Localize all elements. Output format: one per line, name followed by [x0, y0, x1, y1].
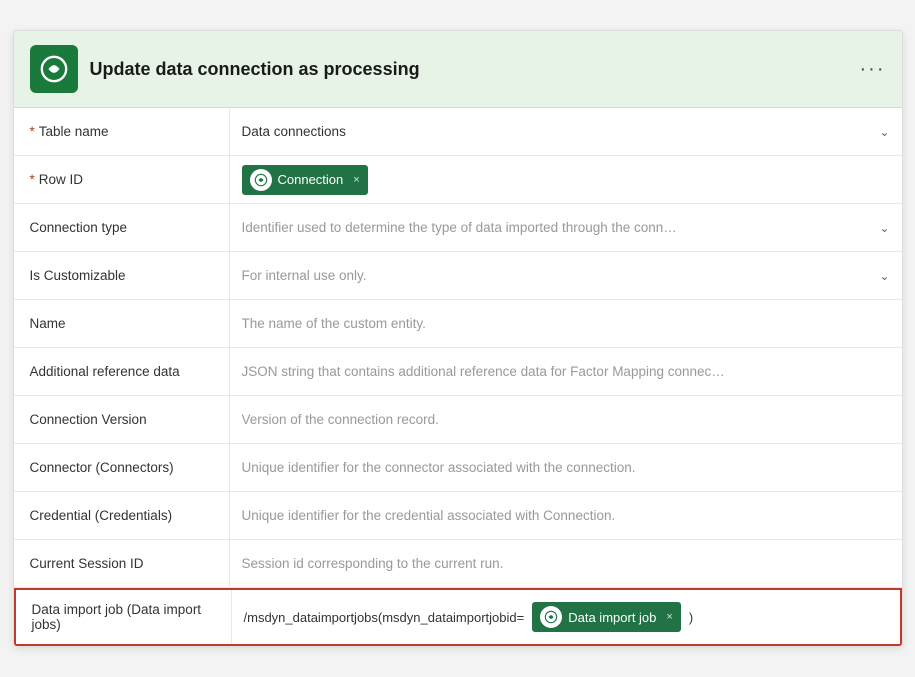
row-row-id: * Row ID Connection ×	[14, 156, 902, 204]
form-body: * Table name Data connections ⌄ * Row ID	[14, 108, 902, 646]
field-connector[interactable]: Unique identifier for the connector asso…	[229, 444, 902, 491]
label-session-id: Current Session ID	[14, 540, 229, 587]
chevron-down-icon: ⌄	[879, 221, 889, 235]
tag-label: Connection	[278, 172, 344, 187]
data-import-tag-label: Data import job	[568, 610, 656, 625]
label-connector: Connector (Connectors)	[14, 444, 229, 491]
label-name: Name	[14, 300, 229, 347]
tag-icon	[250, 169, 272, 191]
row-is-customizable: Is Customizable For internal use only. ⌄	[14, 252, 902, 300]
row-connection-type: Connection type Identifier used to deter…	[14, 204, 902, 252]
row-name: Name The name of the custom entity.	[14, 300, 902, 348]
card-container: Update data connection as processing ···…	[13, 30, 903, 647]
label-is-customizable: Is Customizable	[14, 252, 229, 299]
connection-tag: Connection ×	[242, 165, 368, 195]
chevron-down-icon: ⌄	[879, 125, 889, 139]
field-data-import-job[interactable]: /msdyn_dataimportjobs(msdyn_dataimportjo…	[231, 590, 900, 644]
is-customizable-placeholder: For internal use only.	[242, 268, 872, 283]
label-credential: Credential (Credentials)	[14, 492, 229, 539]
data-import-tag: Data import job ×	[532, 602, 681, 632]
header-left: Update data connection as processing	[30, 45, 420, 93]
label-connection-version: Connection Version	[14, 396, 229, 443]
field-is-customizable[interactable]: For internal use only. ⌄	[229, 252, 902, 299]
row-connection-version: Connection Version Version of the connec…	[14, 396, 902, 444]
field-additional-ref[interactable]: JSON string that contains additional ref…	[229, 348, 902, 395]
required-asterisk: *	[30, 124, 35, 139]
tag-icon	[540, 606, 562, 628]
card-header: Update data connection as processing ···	[14, 31, 902, 108]
connection-version-placeholder: Version of the connection record.	[242, 412, 890, 427]
label-table-name: * Table name	[14, 108, 229, 155]
row-table-name: * Table name Data connections ⌄	[14, 108, 902, 156]
field-table-name[interactable]: Data connections ⌄	[229, 108, 902, 155]
header-title: Update data connection as processing	[90, 59, 420, 80]
row-credential: Credential (Credentials) Unique identifi…	[14, 492, 902, 540]
row-additional-ref: Additional reference data JSON string th…	[14, 348, 902, 396]
required-asterisk: *	[30, 172, 35, 187]
credential-placeholder: Unique identifier for the credential ass…	[242, 508, 890, 523]
field-row-id[interactable]: Connection ×	[229, 156, 902, 203]
header-menu-button[interactable]: ···	[860, 58, 886, 81]
tag-close-button[interactable]: ×	[353, 174, 359, 186]
row-connector: Connector (Connectors) Unique identifier…	[14, 444, 902, 492]
connector-placeholder: Unique identifier for the connector asso…	[242, 460, 890, 475]
field-connection-version[interactable]: Version of the connection record.	[229, 396, 902, 443]
name-placeholder: The name of the custom entity.	[242, 316, 890, 331]
label-connection-type: Connection type	[14, 204, 229, 251]
closing-paren: )	[689, 610, 693, 625]
field-connection-type[interactable]: Identifier used to determine the type of…	[229, 204, 902, 251]
additional-ref-placeholder: JSON string that contains additional ref…	[242, 364, 890, 379]
chevron-down-icon: ⌄	[879, 269, 889, 283]
table-name-value: Data connections	[242, 124, 872, 139]
app-icon	[30, 45, 78, 93]
connection-type-placeholder: Identifier used to determine the type of…	[242, 220, 872, 235]
data-import-content: /msdyn_dataimportjobs(msdyn_dataimportjo…	[244, 602, 694, 632]
row-data-import-job: Data import job (Data import jobs) /msdy…	[14, 588, 902, 646]
field-credential[interactable]: Unique identifier for the credential ass…	[229, 492, 902, 539]
row-session-id: Current Session ID Session id correspond…	[14, 540, 902, 588]
field-session-id[interactable]: Session id corresponding to the current …	[229, 540, 902, 587]
field-name[interactable]: The name of the custom entity.	[229, 300, 902, 347]
data-import-tag-close[interactable]: ×	[666, 611, 672, 623]
session-id-placeholder: Session id corresponding to the current …	[242, 556, 890, 571]
data-import-path: /msdyn_dataimportjobs(msdyn_dataimportjo…	[244, 610, 525, 625]
label-data-import-job: Data import job (Data import jobs)	[16, 590, 231, 644]
label-additional-ref: Additional reference data	[14, 348, 229, 395]
label-row-id: * Row ID	[14, 156, 229, 203]
